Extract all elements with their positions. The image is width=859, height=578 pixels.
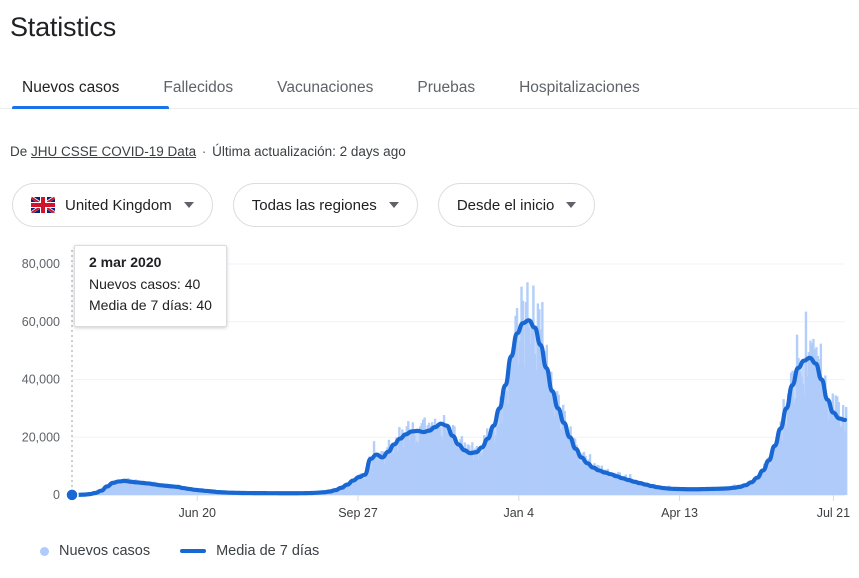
chevron-down-icon <box>566 202 577 208</box>
legend-dot-icon <box>40 546 49 556</box>
tab-fallecidos[interactable]: Fallecidos <box>141 76 255 100</box>
tab-bar: Nuevos casos Fallecidos Vacunaciones Pru… <box>0 76 859 110</box>
tab-nuevos-casos[interactable]: Nuevos casos <box>0 76 141 100</box>
chevron-down-icon <box>183 202 194 208</box>
tooltip-date: 2 mar 2020 <box>89 254 162 270</box>
svg-text:40,000: 40,000 <box>22 373 60 387</box>
legend-item-media-7-dias[interactable]: Media de 7 días <box>180 543 319 559</box>
last-updated-text: Última actualización: 2 days ago <box>212 144 406 159</box>
svg-text:20,000: 20,000 <box>22 430 60 444</box>
svg-text:60,000: 60,000 <box>22 315 60 329</box>
legend-label-media-7-dias: Media de 7 días <box>216 543 320 559</box>
active-tab-indicator <box>12 106 169 109</box>
tab-hospitalizaciones[interactable]: Hospitalizaciones <box>497 76 662 100</box>
source-separator: · <box>201 144 207 159</box>
country-filter-chip[interactable]: United Kingdom <box>12 183 213 227</box>
svg-text:0: 0 <box>53 488 60 502</box>
legend-item-nuevos-casos[interactable]: Nuevos casos <box>40 543 150 559</box>
region-filter-chip[interactable]: Todas las regiones <box>232 183 418 227</box>
source-line: De JHU CSSE COVID-19 Data · Última actua… <box>10 144 406 159</box>
tooltip-avg7: Media de 7 días: 40 <box>89 297 212 313</box>
tooltip-new-cases: Nuevos casos: 40 <box>89 276 201 292</box>
period-filter-chip[interactable]: Desde el inicio <box>437 183 596 227</box>
region-filter-label: Todas las regiones <box>251 196 377 214</box>
statistics-page: Statistics Nuevos casos Fallecidos Vacun… <box>0 0 859 578</box>
svg-text:Apr 13: Apr 13 <box>661 506 698 520</box>
chart-legend: Nuevos casos Media de 7 días <box>40 543 319 559</box>
svg-text:Jun 20: Jun 20 <box>178 506 216 520</box>
country-filter-label: United Kingdom <box>65 196 172 214</box>
filter-chip-row: United Kingdom Todas las regiones Desde … <box>12 183 596 227</box>
source-prefix: De <box>10 144 28 159</box>
svg-text:Jul 21: Jul 21 <box>817 506 850 520</box>
chevron-down-icon <box>388 202 399 208</box>
period-filter-label: Desde el inicio <box>456 196 555 214</box>
legend-label-nuevos-casos: Nuevos casos <box>59 543 151 559</box>
uk-flag-icon <box>31 197 55 213</box>
chart-tooltip: 2 mar 2020 Nuevos casos: 40 Media de 7 d… <box>74 245 227 327</box>
tab-pruebas[interactable]: Pruebas <box>395 76 497 100</box>
svg-text:Jan 4: Jan 4 <box>503 506 534 520</box>
legend-line-icon <box>180 549 207 553</box>
page-title: Statistics <box>10 12 117 42</box>
tab-vacunaciones[interactable]: Vacunaciones <box>255 76 395 100</box>
svg-text:Sep 27: Sep 27 <box>338 506 378 520</box>
svg-text:80,000: 80,000 <box>22 257 60 271</box>
source-link[interactable]: JHU CSSE COVID-19 Data <box>31 144 196 159</box>
